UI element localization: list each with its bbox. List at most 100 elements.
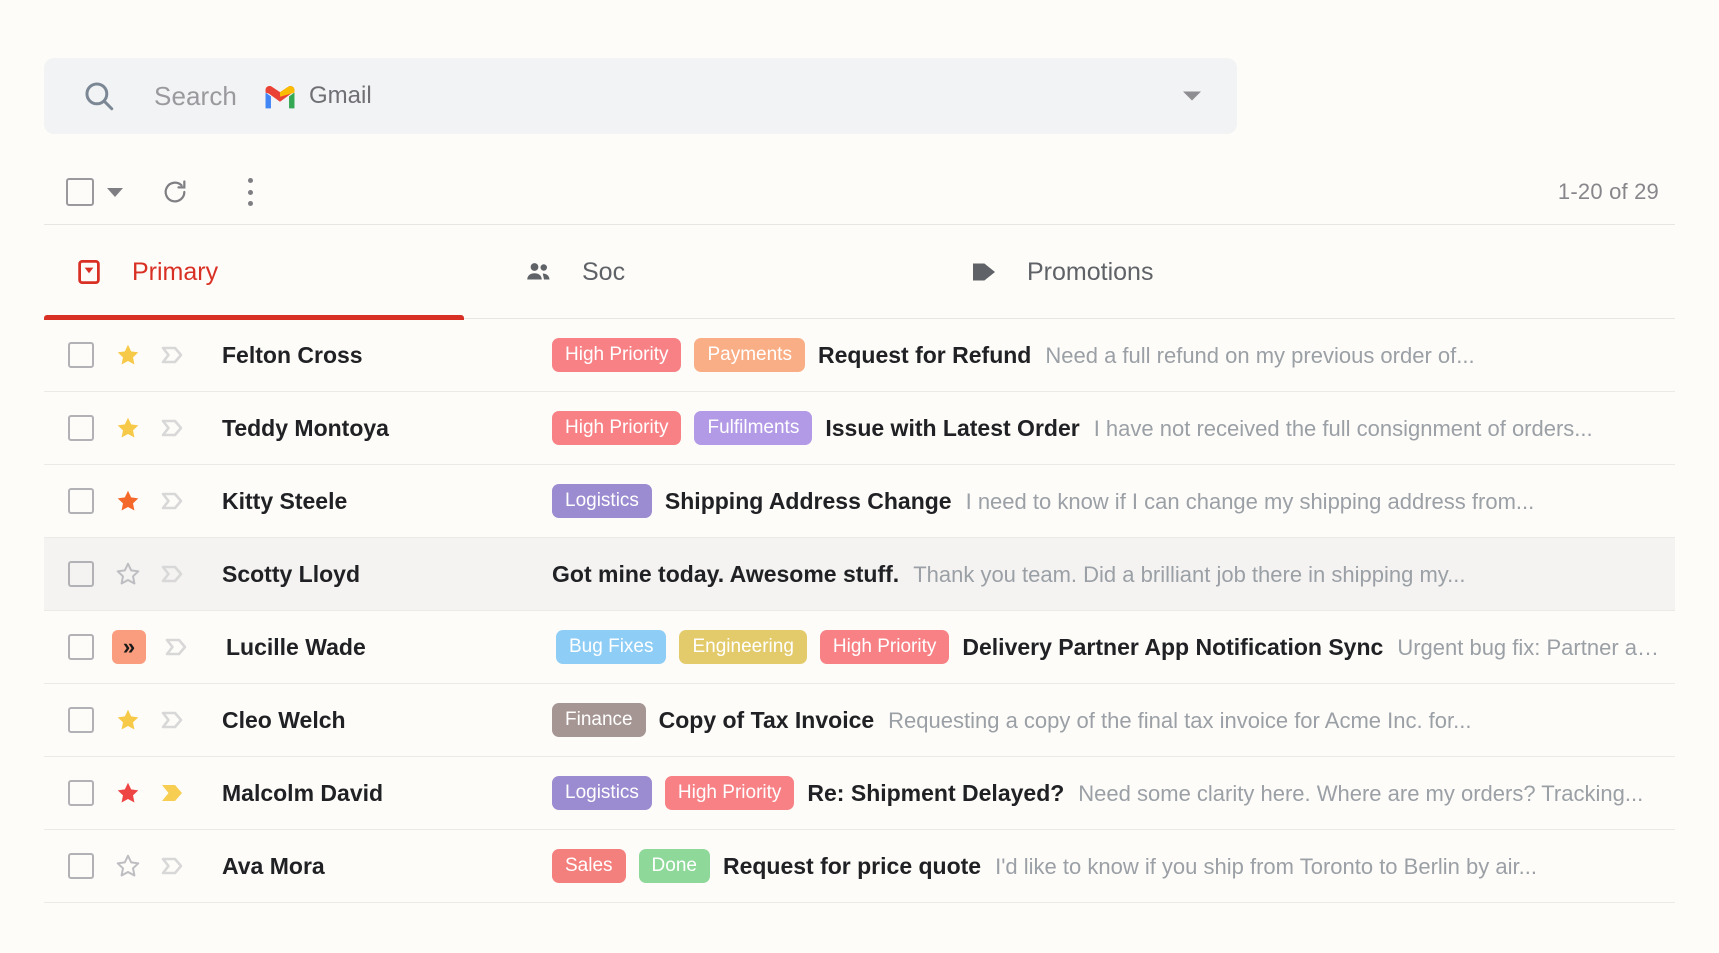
label-chip[interactable]: High Priority	[552, 338, 681, 372]
star-icon[interactable]	[114, 341, 142, 369]
email-snippet: Need some clarity here. Where are my ord…	[1078, 781, 1643, 807]
select-all-chevron-down-icon[interactable]	[107, 188, 123, 197]
important-marker-icon[interactable]	[160, 561, 186, 587]
chevron-down-icon[interactable]	[1183, 92, 1201, 101]
row-checkbox[interactable]	[68, 853, 94, 879]
star-icon[interactable]	[114, 779, 142, 807]
email-subject: Got mine today. Awesome stuff.	[552, 561, 899, 588]
label-chips: High Priority Fulfilments	[552, 411, 825, 445]
sender-name: Cleo Welch	[222, 707, 552, 734]
message-preview[interactable]: Request for Refund Need a full refund on …	[818, 342, 1675, 369]
email-snippet: Urgent bug fix: Partner app...	[1397, 635, 1661, 661]
email-subject: Copy of Tax Invoice	[659, 707, 875, 734]
message-preview[interactable]: Copy of Tax Invoice Requesting a copy of …	[659, 707, 1675, 734]
more-vertical-icon[interactable]	[237, 178, 263, 206]
table-row[interactable]: » Lucille WadeBug Fixes Engineering High Pr…	[44, 611, 1675, 684]
star-icon[interactable]	[114, 487, 142, 515]
label-chip[interactable]: Sales	[552, 849, 626, 883]
sender-name: Scotty Lloyd	[222, 561, 552, 588]
label-chip[interactable]: Logistics	[552, 776, 652, 810]
important-marker-icon[interactable]	[160, 342, 186, 368]
row-checkbox[interactable]	[68, 488, 94, 514]
label-chips: Bug Fixes Engineering High Priority	[556, 630, 962, 664]
row-checkbox[interactable]	[68, 342, 94, 368]
label-chip[interactable]: High Priority	[665, 776, 794, 810]
table-row[interactable]: Teddy MontoyaHigh Priority Fulfilments Iss…	[44, 392, 1675, 465]
row-checkbox[interactable]	[68, 780, 94, 806]
email-subject: Request for price quote	[723, 853, 981, 880]
message-preview[interactable]: Re: Shipment Delayed?Need some clarity h…	[807, 780, 1675, 807]
priority-badge-icon[interactable]: »	[112, 630, 146, 664]
select-all-checkbox[interactable]	[66, 178, 94, 206]
star-icon[interactable]	[114, 560, 142, 588]
search-bar[interactable]: Search Gmail	[44, 58, 1237, 134]
sender-name: Teddy Montoya	[222, 415, 552, 442]
email-list: Felton CrossHigh PriorityPaymentsRequest…	[44, 319, 1675, 903]
label-chip[interactable]: High Priority	[820, 630, 949, 664]
tab-primary-label: Primary	[132, 255, 218, 289]
sender-name: Malcolm David	[222, 780, 552, 807]
tab-promotions[interactable]: Promotions	[894, 225, 1324, 319]
inbox-icon	[74, 257, 104, 287]
label-chips: Logistics High Priority	[552, 776, 807, 810]
row-checkbox[interactable]	[68, 415, 94, 441]
sender-name: Ava Mora	[222, 853, 552, 880]
label-chip[interactable]: Fulfilments	[694, 411, 812, 445]
label-chip[interactable]: Payments	[694, 338, 804, 372]
sender-name: Felton Cross	[222, 342, 552, 369]
row-checkbox[interactable]	[68, 707, 94, 733]
label-chip[interactable]: Logistics	[552, 484, 652, 518]
star-icon[interactable]	[114, 852, 142, 880]
label-chips: Finance	[552, 703, 659, 737]
important-marker-icon[interactable]	[164, 634, 190, 660]
row-checkbox[interactable]	[68, 634, 94, 660]
tab-primary[interactable]: Primary	[44, 225, 464, 319]
gmail-brand-label: Gmail	[309, 82, 372, 110]
label-chip[interactable]: Done	[639, 849, 710, 883]
email-subject: Delivery Partner App Notification Sync	[962, 634, 1383, 661]
refresh-icon[interactable]	[161, 178, 189, 206]
label-chip[interactable]: Bug Fixes	[556, 630, 666, 664]
table-row[interactable]: Malcolm DavidLogistics High Priority Re: S…	[44, 757, 1675, 830]
star-icon[interactable]	[114, 706, 142, 734]
label-chip[interactable]: High Priority	[552, 411, 681, 445]
gmail-logo-icon: Gmail	[263, 82, 372, 110]
row-checkbox[interactable]	[68, 561, 94, 587]
gmail-inbox-screen: Search Gmail 1-20 of 2	[0, 58, 1719, 953]
search-icon	[82, 79, 116, 113]
tab-social[interactable]: Soc	[464, 225, 894, 319]
message-preview[interactable]: Request for price quoteI'd like to know …	[723, 853, 1675, 880]
search-input[interactable]: Search	[154, 81, 237, 112]
important-marker-icon[interactable]	[160, 780, 186, 806]
label-chip[interactable]: Engineering	[679, 630, 806, 664]
sender-name: Lucille Wade	[226, 634, 556, 661]
table-row[interactable]: Cleo WelchFinance Copy of Tax Invoice Requ…	[44, 684, 1675, 757]
important-marker-icon[interactable]	[160, 415, 186, 441]
star-icon[interactable]	[114, 414, 142, 442]
people-icon	[524, 257, 554, 287]
important-marker-icon[interactable]	[160, 707, 186, 733]
message-preview[interactable]: Shipping Address Change I need to know if…	[665, 488, 1675, 515]
important-marker-icon[interactable]	[160, 488, 186, 514]
table-row[interactable]: Felton CrossHigh Priority Payments Request…	[44, 319, 1675, 392]
email-snippet: Need a full refund on my previous order …	[1045, 343, 1474, 369]
label-chips: Sales Done	[552, 849, 723, 883]
important-marker-icon[interactable]	[160, 853, 186, 879]
message-preview[interactable]: Got mine today. Awesome stuff. Thank you …	[552, 561, 1675, 588]
message-preview[interactable]: Delivery Partner App Notification Sync Ur…	[962, 634, 1675, 661]
email-subject: Shipping Address Change	[665, 488, 952, 515]
message-preview[interactable]: Issue with Latest OrderI have not receiv…	[825, 415, 1675, 442]
sender-name: Kitty Steele	[222, 488, 552, 515]
category-tabs: Primary Soc Promotions	[44, 225, 1675, 319]
email-snippet: I need to know if I can change my shippi…	[966, 489, 1535, 515]
list-toolbar: 1-20 of 29	[44, 160, 1675, 224]
email-snippet: Requesting a copy of the final tax invoi…	[888, 708, 1471, 734]
table-row[interactable]: Scotty LloydGot mine today. Awesome stuf…	[44, 538, 1675, 611]
pagination-count: 1-20 of 29	[1558, 179, 1659, 205]
email-subject: Request for Refund	[818, 342, 1031, 369]
tab-promotions-label: Promotions	[1027, 255, 1153, 289]
label-chip[interactable]: Finance	[552, 703, 646, 737]
email-snippet: Thank you team. Did a brilliant job ther…	[913, 562, 1465, 588]
table-row[interactable]: Ava MoraSales Done Request for price quote…	[44, 830, 1675, 903]
table-row[interactable]: Kitty SteeleLogistics Shipping Address Ch…	[44, 465, 1675, 538]
